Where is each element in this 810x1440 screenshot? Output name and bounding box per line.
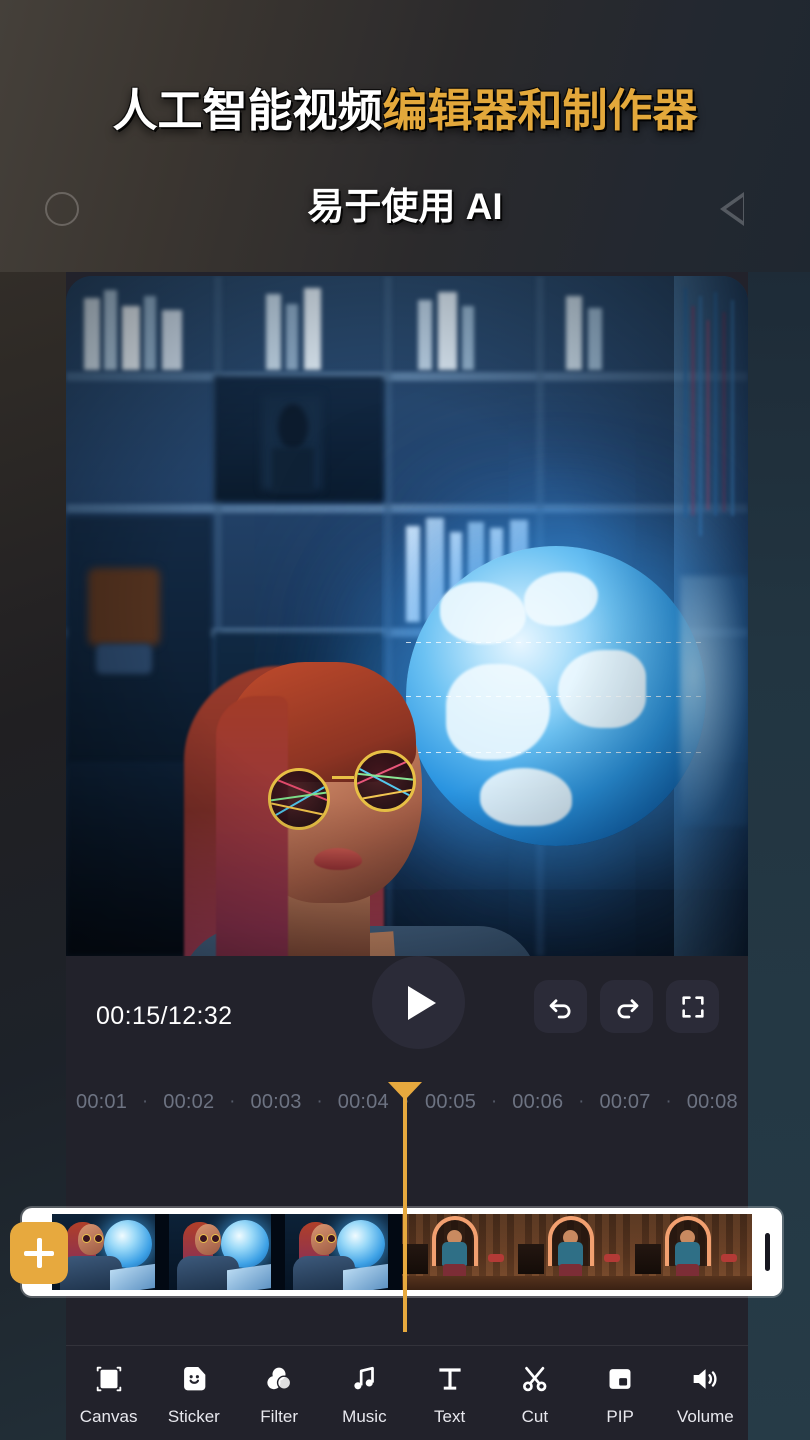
circle-home-icon[interactable] (45, 192, 79, 226)
ruler-separator: · (229, 1091, 236, 1112)
toolbar-label: Text (434, 1406, 466, 1426)
toolbar-label: Cut (521, 1406, 549, 1426)
ruler-separator: · (316, 1091, 323, 1112)
ruler-tick: 00:03 (250, 1090, 302, 1113)
time-display: 00:15/12:32 (96, 1002, 233, 1030)
add-clip-button[interactable] (10, 1222, 68, 1284)
toolbar-item-pip[interactable]: PIP (579, 1360, 661, 1427)
triangle-back-icon[interactable] (720, 192, 744, 226)
playhead-handle[interactable] (388, 1082, 422, 1100)
ruler-tick: 00:04 (337, 1090, 389, 1113)
toolbar-label: Canvas (79, 1406, 138, 1426)
trim-grip-icon (764, 1233, 770, 1271)
music-icon (347, 1360, 381, 1398)
toolbar-label: Sticker (167, 1406, 220, 1426)
toolbar-label: Volume (677, 1406, 734, 1426)
toolbar-label: PIP (606, 1406, 634, 1426)
video-preview[interactable] (66, 276, 748, 956)
filmstrip-thumbnail[interactable] (518, 1214, 635, 1290)
promo-banner: 人工智能视频编辑器和制作器 易于使用 AI (0, 0, 810, 272)
ruler-separator: · (490, 1091, 498, 1112)
trim-handle-right[interactable] (752, 1208, 782, 1296)
filmstrip-thumbnail[interactable] (168, 1214, 286, 1290)
ruler-tick: 00:06 (512, 1090, 564, 1113)
filmstrip-thumbnail[interactable] (401, 1214, 519, 1290)
undo-icon (549, 998, 570, 1018)
fullscreen-button[interactable] (666, 980, 719, 1033)
filter-icon (262, 1360, 296, 1398)
ruler-tick: 00:02 (163, 1090, 215, 1113)
ruler-tick: 00:05 (425, 1090, 477, 1113)
play-icon (408, 985, 436, 1020)
playback-controls: 00:15/12:32 (66, 956, 748, 1082)
toolbar-item-text[interactable]: Text (409, 1360, 491, 1427)
filmstrip-thumbnail[interactable] (634, 1214, 752, 1290)
pip-icon (603, 1360, 637, 1398)
clip-filmstrip[interactable] (52, 1214, 752, 1290)
page-title: 人工智能视频编辑器和制作器 (0, 74, 810, 139)
undo-button[interactable] (534, 980, 587, 1033)
page-title-accent: 编辑器和制作器 (382, 85, 698, 136)
filmstrip-thumbnail[interactable] (52, 1214, 169, 1290)
page-subtitle: 易于使用 AI (307, 186, 503, 227)
filmstrip-thumbnail[interactable] (285, 1214, 402, 1290)
text-icon (433, 1360, 467, 1398)
toolbar-item-volume[interactable]: Volume (664, 1360, 746, 1427)
toolbar-item-sticker[interactable]: Sticker (153, 1360, 235, 1427)
ruler-tick: 00:07 (599, 1090, 651, 1113)
toolbar-label: Filter (260, 1406, 299, 1426)
redo-button[interactable] (600, 980, 653, 1033)
volume-icon (688, 1360, 722, 1398)
scissors-icon (518, 1360, 552, 1398)
ruler-tick: 00:08 (686, 1090, 738, 1113)
play-button[interactable] (372, 956, 465, 1049)
sticker-icon (177, 1360, 211, 1398)
toolbar-item-canvas[interactable]: Canvas (68, 1360, 150, 1427)
redo-icon (617, 998, 638, 1018)
fullscreen-icon (681, 995, 704, 1018)
ruler-separator: · (578, 1091, 585, 1112)
timeline-track[interactable] (22, 1208, 782, 1296)
playhead[interactable] (403, 1082, 407, 1332)
ruler-separator: · (665, 1091, 672, 1112)
canvas-icon (92, 1360, 126, 1398)
bottom-toolbar: Canvas Sticker Filter Music Text Cut PIP… (66, 1346, 748, 1440)
toolbar-item-cut[interactable]: Cut (494, 1360, 576, 1427)
ruler-separator: · (141, 1091, 149, 1112)
ruler-tick: 00:01 (76, 1090, 128, 1113)
page-title-white: 人工智能视频 (112, 85, 383, 136)
video-frame-content (66, 276, 748, 956)
toolbar-item-filter[interactable]: Filter (238, 1360, 320, 1427)
toolbar-label: Music (342, 1406, 387, 1426)
toolbar-item-music[interactable]: Music (323, 1360, 405, 1427)
